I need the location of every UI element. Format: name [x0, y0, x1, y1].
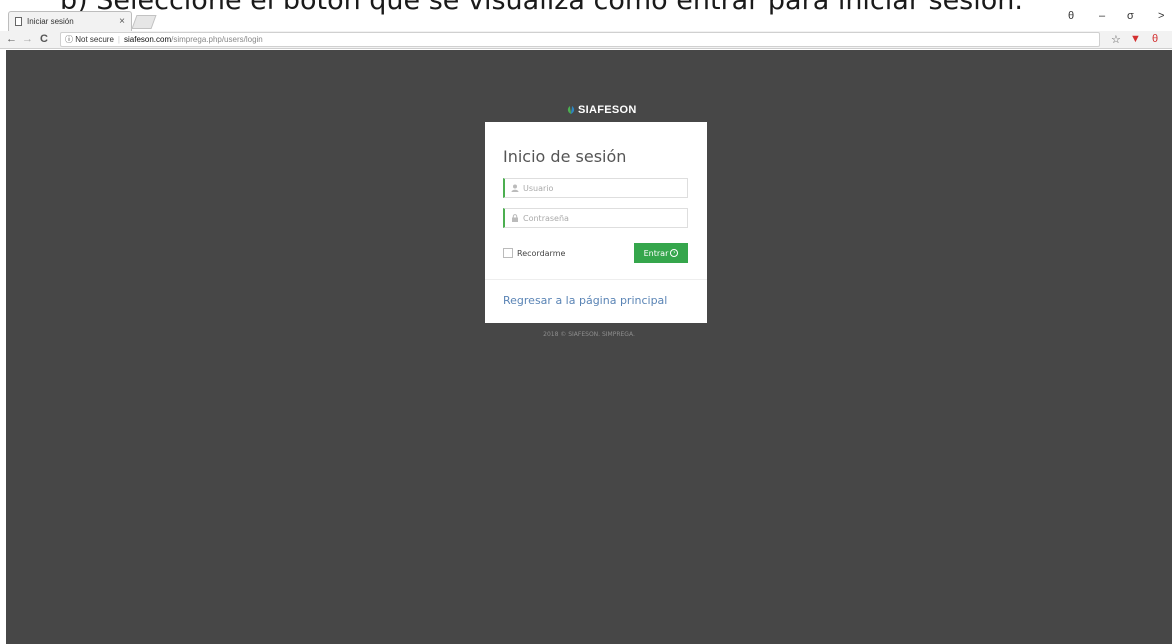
reload-icon[interactable]: C — [40, 33, 48, 45]
url-separator: | — [117, 35, 120, 44]
tab-close-icon[interactable]: × — [119, 16, 125, 27]
card-divider — [485, 279, 707, 280]
info-icon[interactable]: ⓘ — [65, 35, 73, 44]
browser-tab-strip: Iniciar sesión × θ – σ > — [0, 10, 1172, 31]
username-input[interactable] — [523, 183, 683, 193]
url-host: siafeson.com — [124, 35, 172, 44]
page-viewport: SIAFESON Inicio de sesión Recordarme Ent… — [6, 50, 1172, 644]
url-path: /simprega.php/users/login — [171, 35, 263, 44]
new-tab-button[interactable] — [131, 15, 157, 29]
leaf-logo-icon — [567, 106, 575, 114]
shield-extension-icon[interactable]: ▼ — [1130, 33, 1141, 45]
login-card: Inicio de sesión Recordarme Entrar › Reg… — [485, 122, 707, 323]
minimize-icon[interactable]: – — [1099, 10, 1105, 22]
sign-in-arrow-icon: › — [670, 249, 679, 257]
username-field[interactable] — [503, 178, 688, 198]
tab-title: Iniciar sesión — [27, 17, 74, 26]
restore-icon[interactable]: σ — [1127, 10, 1134, 22]
remember-me[interactable]: Recordarme — [503, 248, 565, 258]
siafeson-logo: SIAFESON — [566, 100, 637, 120]
user-icon — [511, 184, 519, 192]
extension-icon[interactable]: θ — [1152, 33, 1158, 45]
page-title: Inicio de sesión — [503, 147, 627, 166]
password-input[interactable] — [523, 213, 683, 223]
bookmark-star-icon[interactable]: ☆ — [1111, 33, 1121, 46]
security-label: Not secure — [75, 35, 114, 44]
browser-toolbar: ← → C ⓘ Not secure | siafeson.com/simprega… — [0, 31, 1172, 49]
browser-tab[interactable]: Iniciar sesión × — [8, 11, 132, 31]
forward-arrow-icon[interactable]: → — [22, 33, 33, 45]
password-field[interactable] — [503, 208, 688, 228]
remember-label: Recordarme — [517, 248, 566, 258]
back-to-home-link[interactable]: Regresar a la página principal — [503, 294, 667, 307]
entrar-label: Entrar — [643, 248, 669, 258]
back-arrow-icon[interactable]: ← — [6, 33, 17, 45]
entrar-button[interactable]: Entrar › — [634, 243, 688, 263]
remember-checkbox[interactable] — [503, 248, 513, 258]
brand-name: SIAFESON — [578, 104, 637, 116]
lock-icon — [512, 214, 518, 222]
profile-icon[interactable]: θ — [1068, 10, 1074, 22]
page-icon — [15, 17, 22, 26]
address-bar[interactable]: ⓘ Not secure | siafeson.com/simprega.php/u… — [60, 32, 1100, 47]
close-window-icon[interactable]: > — [1158, 10, 1164, 22]
footer-copyright: 2018 © SIAFESON. SIMPREGA. — [543, 331, 635, 338]
